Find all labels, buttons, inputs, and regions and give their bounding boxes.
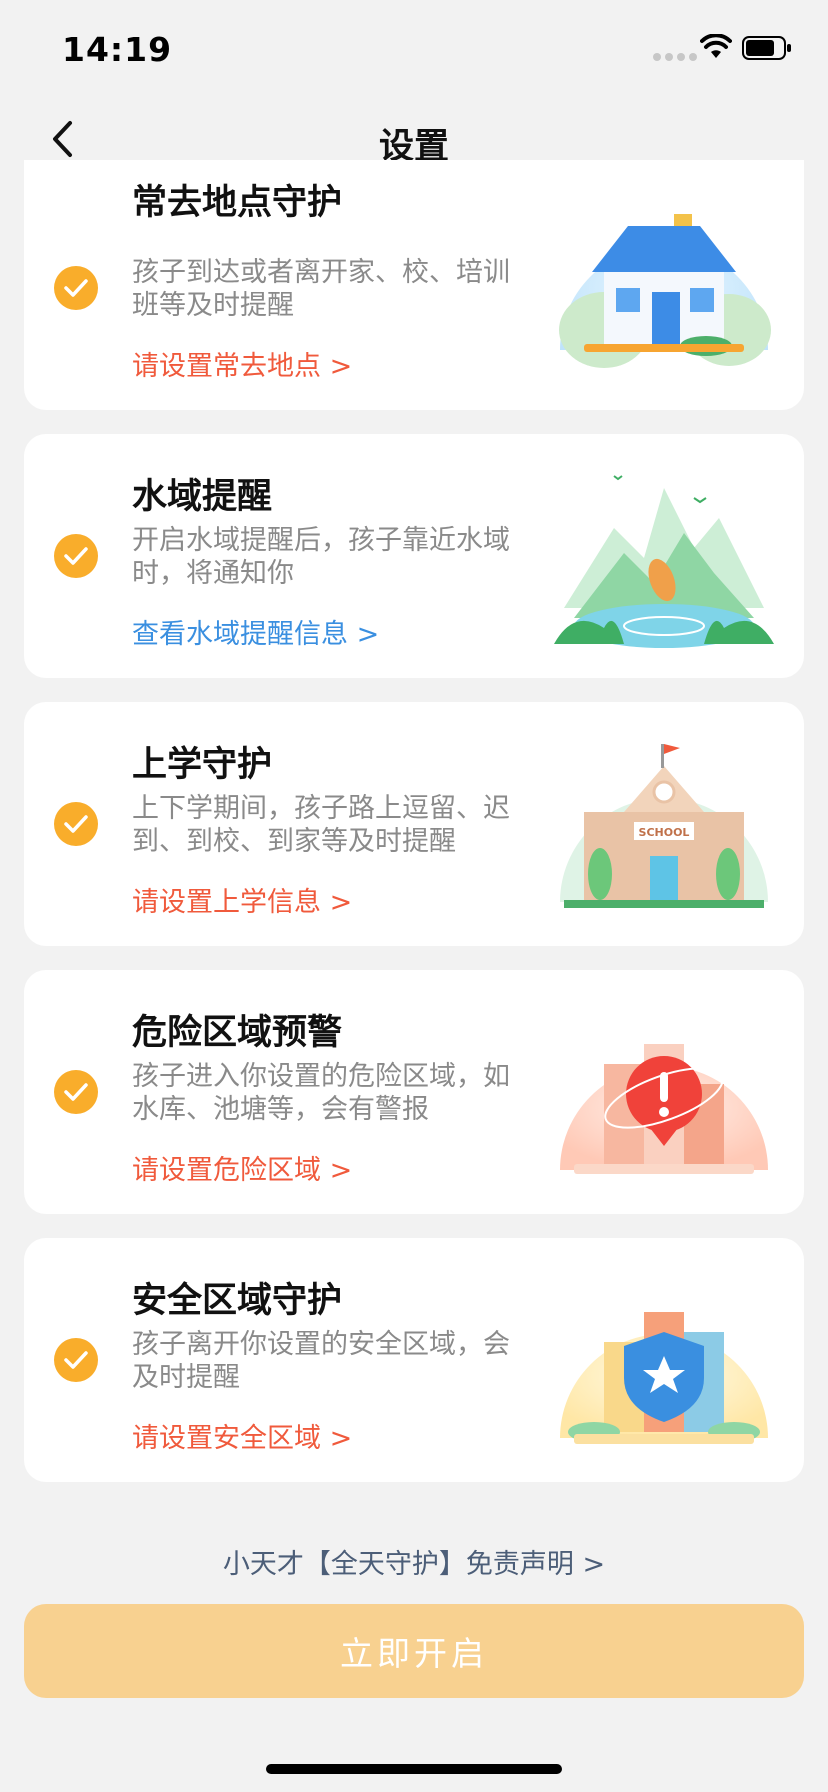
set-frequent-places-link[interactable]: 请设置常去地点 > xyxy=(132,344,352,383)
card-description: 孩子离开你设置的安全区域，会及时提醒 xyxy=(132,1329,510,1393)
card-title: 安全区域守护 xyxy=(132,1281,343,1321)
danger-alert-illustration xyxy=(560,1044,768,1174)
house-illustration xyxy=(559,214,771,368)
disclaimer-link[interactable]: 小天才【全天守护】免责声明 > xyxy=(0,1542,828,1581)
card-title: 常去地点守护 xyxy=(132,183,343,223)
card-title: 上学守护 xyxy=(132,745,273,785)
card-danger-zone[interactable]: 危险区域预警 孩子进入你设置的危险区域，如水库、池塘等，会有警报 请设置危险区域… xyxy=(24,970,804,1214)
card-water-alert[interactable]: 水域提醒 开启水域提醒后，孩子靠近水域时，将通知你 查看水域提醒信息 > xyxy=(24,434,804,678)
card-description: 孩子到达或者离开家、校、培训班等及时提醒 xyxy=(132,257,510,321)
check-icon[interactable] xyxy=(54,1070,98,1114)
home-indicator xyxy=(266,1764,562,1774)
card-safe-zone[interactable]: 安全区域守护 孩子离开你设置的安全区域，会及时提醒 请设置安全区域 > xyxy=(24,1238,804,1482)
card-school-guard[interactable]: 上学守护 上下学期间，孩子路上逗留、迟到、到校、到家等及时提醒 请设置上学信息 … xyxy=(24,702,804,946)
check-icon[interactable] xyxy=(54,534,98,578)
set-danger-zone-link[interactable]: 请设置危险区域 > xyxy=(132,1148,352,1187)
card-description: 上下学期间，孩子路上逗留、迟到、到校、到家等及时提醒 xyxy=(132,793,510,857)
wifi-icon xyxy=(700,34,732,58)
card-description: 开启水域提醒后，孩子靠近水域时，将通知你 xyxy=(132,525,510,589)
status-time: 14:19 xyxy=(62,30,173,69)
school-sign-text: SCHOOL xyxy=(639,826,690,839)
water-fish-illustration xyxy=(554,475,774,648)
set-safe-zone-link[interactable]: 请设置安全区域 > xyxy=(132,1416,352,1455)
cellular-signal-icon xyxy=(653,53,697,61)
card-title: 危险区域预警 xyxy=(132,1013,343,1053)
enable-now-button[interactable]: 立即开启 xyxy=(24,1604,804,1698)
check-icon[interactable] xyxy=(54,1338,98,1382)
battery-icon xyxy=(742,36,791,60)
safety-shield-illustration xyxy=(560,1312,768,1444)
card-description: 孩子进入你设置的危险区域，如水库、池塘等，会有警报 xyxy=(132,1061,510,1125)
check-icon[interactable] xyxy=(54,266,98,310)
set-school-info-link[interactable]: 请设置上学信息 > xyxy=(132,880,352,919)
card-frequent-places[interactable]: 常去地点守护 孩子到达或者离开家、校、培训班等及时提醒 请设置常去地点 > xyxy=(24,160,804,410)
school-illustration: SCHOOL xyxy=(560,744,768,908)
view-water-alert-link[interactable]: 查看水域提醒信息 > xyxy=(132,612,379,651)
status-bar: 14:19 xyxy=(0,0,828,96)
card-title: 水域提醒 xyxy=(132,477,273,517)
check-icon[interactable] xyxy=(54,802,98,846)
